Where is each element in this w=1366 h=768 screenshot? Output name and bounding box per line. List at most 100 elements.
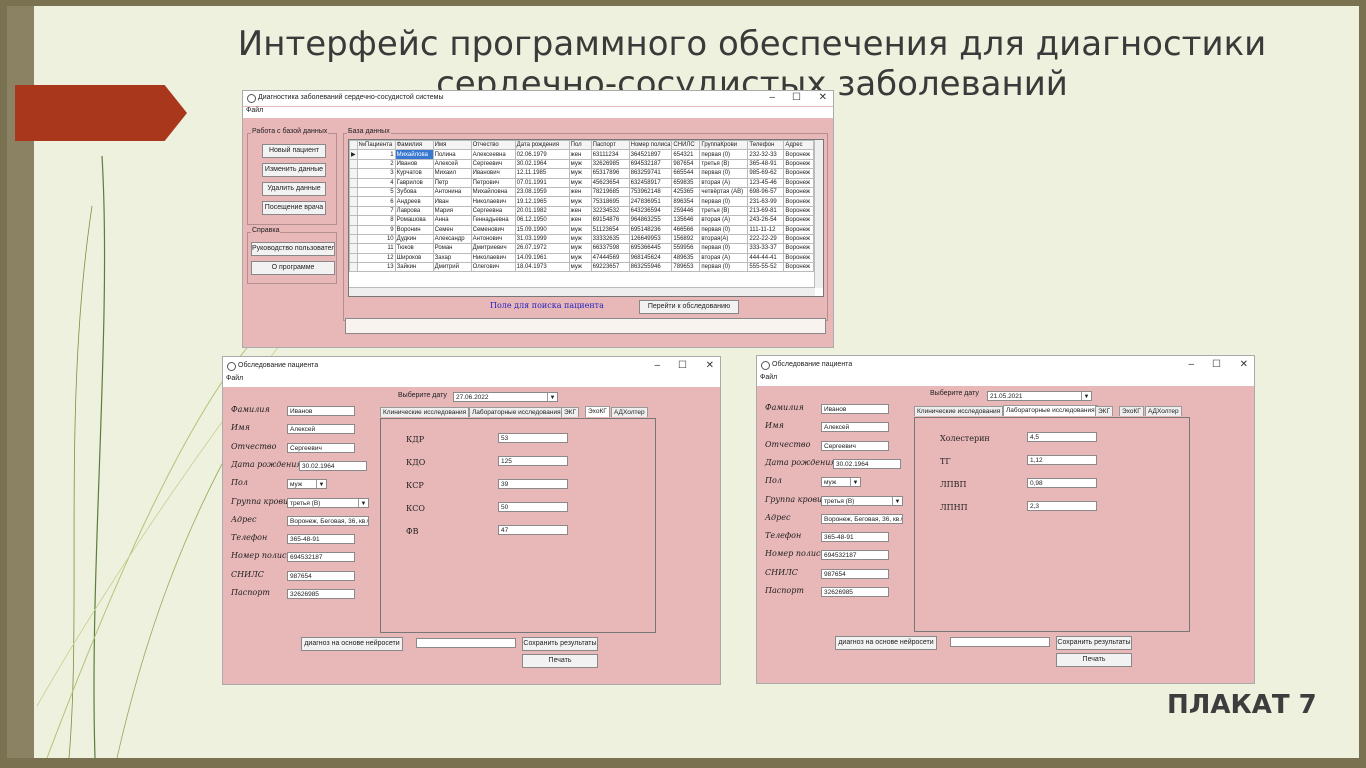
table-cell[interactable]: жен [568,215,592,226]
table-cell[interactable]: Петр [432,177,472,188]
table-cell[interactable]: Лаврова [394,205,434,217]
table-cell[interactable]: Воронеж [783,252,815,264]
table-cell[interactable]: 156892 [671,233,701,245]
table-row[interactable]: 2 Иванов Алексей Сергеевич 30.02.1964 муж 3262… [349,158,815,170]
table-cell[interactable]: 695366445 [628,243,673,254]
table-cell[interactable]: Антонович [470,233,516,245]
field-input-name[interactable]: Алексей [287,424,355,435]
grid-header-cell[interactable]: Дата рождения [514,140,570,151]
grid-header-cell[interactable]: Адрес [783,140,815,151]
date-picker[interactable]: 21.05.2021 ▼ [987,391,1092,401]
table-cell[interactable]: 111-11-12 [747,224,785,235]
param-input[interactable]: 1,12 [1027,455,1097,465]
param-input[interactable]: 39 [498,479,568,489]
table-cell[interactable]: 425365 [671,186,701,198]
menu-file[interactable]: Файл [246,107,263,114]
table-cell[interactable]: Михайловна [470,186,516,198]
table-cell[interactable]: 18.04.1973 [514,262,570,273]
table-cell[interactable]: 14.09.1961 [514,252,570,264]
table-cell[interactable]: Воронеж [783,186,815,198]
table-cell[interactable]: муж [568,168,592,179]
table-cell[interactable]: 259446 [671,205,701,217]
table-cell[interactable]: 47444569 [590,252,630,264]
param-input[interactable]: 2,3 [1027,501,1097,511]
tab-clinical[interactable]: Клинические исследования [380,407,470,417]
field-input-policy[interactable]: 694532187 [287,552,355,563]
table-cell[interactable]: 231-63-99 [747,196,785,207]
menu-file[interactable]: Файл [760,374,777,381]
table-cell[interactable]: Воронеж [783,168,815,179]
table-cell[interactable]: Геннадьевна [470,215,516,226]
field-input-patronymic[interactable]: Сергеевич [821,440,889,451]
param-input[interactable]: 0,98 [1027,478,1097,488]
field-input-passport[interactable]: 32626985 [287,589,355,599]
table-row[interactable]: 9 Воронин Семен Семенович 15.09.1990 муж 51123… [349,224,815,235]
field-input-address[interactable]: Воронеж, Беговая, 36, кв.6 [821,513,903,524]
table-cell[interactable]: 6 [356,196,396,207]
save-results-button[interactable]: Сохранить результаты [1056,636,1132,650]
table-cell[interactable]: Алексеевна [470,149,516,160]
grid-header-cell[interactable]: Номер полиса [628,140,673,151]
table-cell[interactable]: 123-45-46 [747,177,785,188]
save-results-button[interactable]: Сохранить результаты [522,637,598,651]
table-cell[interactable]: Гаврилов [394,177,434,188]
table-cell[interactable]: Воронин [394,224,434,235]
table-cell[interactable]: Михайлова [394,149,434,160]
delete-data-button[interactable]: Удалить данные [262,182,326,196]
table-cell[interactable]: Широков [394,252,434,264]
table-cell[interactable]: 632458917 [628,177,673,188]
table-cell[interactable]: 694532187 [628,158,673,170]
table-cell[interactable]: 13 [356,262,396,273]
param-input[interactable]: 4,5 [1027,432,1097,442]
about-button[interactable]: О программе [251,261,335,275]
tab-ecg[interactable]: ЭКГ [561,407,579,417]
table-row[interactable]: 3 Курчатов Михаил Иванович 12.11.1985 муж 6531… [349,168,815,179]
table-cell[interactable]: Воронеж [783,196,815,207]
table-cell[interactable]: 7 [356,205,396,217]
field-input-snils[interactable]: 987654 [287,570,355,581]
field-input-surname[interactable]: Иванов [287,406,355,416]
table-cell[interactable]: 45623654 [590,177,630,188]
table-cell[interactable]: Дудкин [394,233,434,245]
table-cell[interactable]: Воронеж [783,158,815,170]
table-cell[interactable]: 4 [356,177,396,188]
row-indicator[interactable] [349,177,358,188]
grid-header-cell[interactable]: Имя [432,140,472,151]
table-cell[interactable]: муж [568,158,592,170]
table-cell[interactable]: Зубова [394,186,434,198]
table-cell[interactable]: 11 [356,243,396,254]
table-cell[interactable]: Полина [432,149,472,160]
table-cell[interactable]: 1 [356,149,396,160]
table-cell[interactable]: Алексей [432,158,472,170]
table-cell[interactable]: вторая (A) [699,177,749,188]
tab-echocg[interactable]: ЭхоКГ [585,406,610,417]
table-cell[interactable]: 65317896 [590,168,630,179]
table-cell[interactable]: муж [568,252,592,264]
table-cell[interactable]: 213-69-81 [747,205,785,217]
table-cell[interactable]: 789653 [671,262,701,273]
edit-data-button[interactable]: Изменить данные [262,163,326,177]
patients-grid[interactable]: №Пациента Фамилия Имя Отчество Дата рожд… [348,139,824,297]
table-row[interactable]: 7 Лаврова Мария Сергеевна 20.01.1982 жен 32234… [349,205,815,217]
maximize-icon[interactable]: ☐ [678,360,687,371]
minimize-icon[interactable]: – [654,360,660,371]
field-input-address[interactable]: Воронеж, Беговая, 36, кв.6 [287,515,369,526]
table-cell[interactable]: Воронеж [783,215,815,226]
field-select-blood[interactable]: третья (B) ▼ [821,495,903,506]
table-cell[interactable]: 444-44-41 [747,252,785,264]
table-cell[interactable]: 2 [356,158,396,170]
table-cell[interactable]: 863259741 [628,168,673,179]
table-cell[interactable]: Иванов [394,158,434,170]
table-cell[interactable]: вторая (A) [699,215,749,226]
print-button[interactable]: Печать [1056,653,1132,667]
table-cell[interactable]: 32234532 [590,205,630,217]
tab-ecg[interactable]: ЭКГ [1095,406,1113,416]
neural-diagnosis-button[interactable]: диагноз на основе нейросети [835,636,937,650]
table-cell[interactable]: 968145624 [628,252,673,264]
table-cell[interactable]: 3 [356,168,396,179]
grid-vertical-scrollbar[interactable] [814,140,823,288]
field-input-birth[interactable]: 30.02.1964 [833,458,901,469]
table-cell[interactable]: 659835 [671,177,701,188]
table-cell[interactable]: 985-69-62 [747,168,785,179]
table-cell[interactable]: 8 [356,215,396,226]
